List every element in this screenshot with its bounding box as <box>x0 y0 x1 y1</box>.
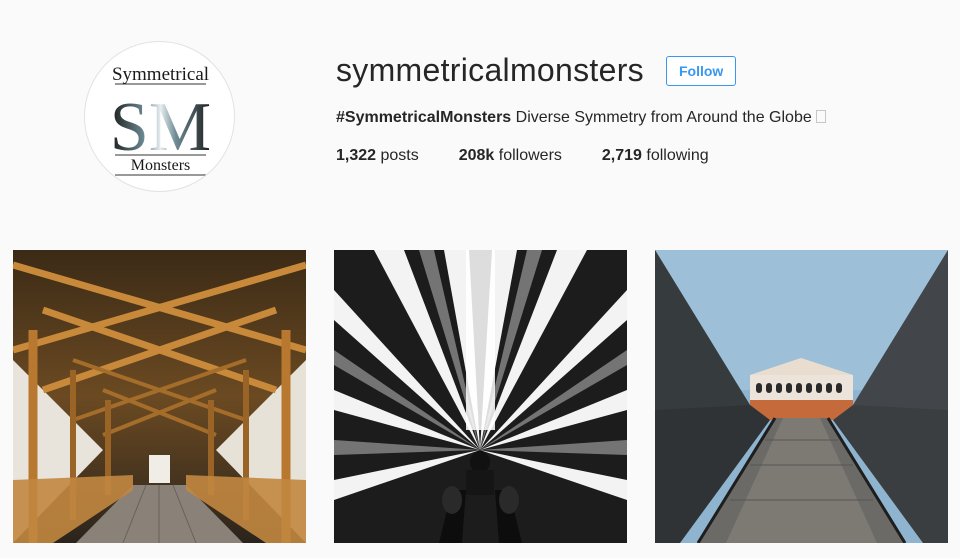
posts-count: 1,322 <box>336 147 377 164</box>
building-photo <box>655 250 948 543</box>
post-thumbnail-bridge[interactable] <box>13 250 306 543</box>
logo-initials: SM <box>110 89 211 166</box>
bio-text: Diverse Symmetry from Around the Globe <box>511 109 812 126</box>
emoji-glyph-icon <box>815 110 826 123</box>
followers-count: 208k <box>458 147 495 164</box>
bio-hashtag-link[interactable]: #SymmetricalMonsters <box>336 109 511 126</box>
username: symmetricalmonsters <box>336 52 644 88</box>
logo-bottom-text: Monsters <box>131 157 191 174</box>
name-row: symmetricalmonsters Follow <box>336 50 936 90</box>
stat-following[interactable]: 2,719 following <box>602 146 709 166</box>
followers-label: followers <box>494 147 562 164</box>
profile-avatar[interactable]: Symmetrical SM Monsters <box>84 41 235 192</box>
mirror-tunnel-photo <box>334 250 627 543</box>
profile-info: symmetricalmonsters Follow #SymmetricalM… <box>336 50 936 166</box>
stat-followers[interactable]: 208k followers <box>459 146 562 166</box>
post-thumbnail-building[interactable] <box>655 250 948 543</box>
profile-stats: 1,322 posts 208k followers 2,719 followi… <box>336 146 936 166</box>
logo-top-text: Symmetrical <box>112 64 209 85</box>
follow-button[interactable]: Follow <box>665 56 737 86</box>
bio: #SymmetricalMonsters Diverse Symmetry fr… <box>336 108 936 128</box>
stat-posts: 1,322 posts <box>336 146 419 166</box>
following-count: 2,719 <box>601 147 642 164</box>
bridge-photo <box>13 250 306 543</box>
sm-logo: Symmetrical SM Monsters <box>110 64 211 176</box>
following-label: following <box>641 147 709 164</box>
posts-label: posts <box>376 147 419 164</box>
post-thumbnail-mirror-tunnel[interactable] <box>334 250 627 543</box>
